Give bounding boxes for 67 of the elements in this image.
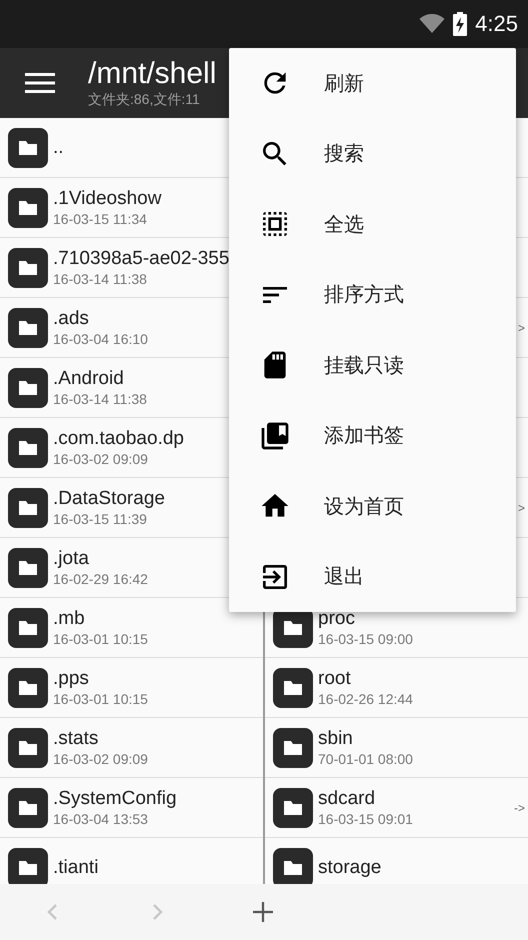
folder-name[interactable]: storage	[318, 856, 382, 878]
modified-date: 70-01-01 08:00	[318, 750, 413, 768]
modified-date: 16-03-15 11:34	[53, 210, 148, 228]
menu-item[interactable]: 全选	[229, 189, 516, 260]
chevron-left-icon	[47, 904, 58, 920]
folder-icon	[8, 788, 48, 828]
folder-icon	[8, 608, 48, 648]
folder-icon	[8, 368, 48, 408]
symlink-arrow: >	[518, 500, 525, 514]
folder-icon	[8, 248, 48, 288]
chevron-right-icon	[152, 904, 163, 920]
wifi-icon	[419, 14, 446, 34]
modified-date: 16-02-29 16:42	[53, 570, 148, 588]
folder-name[interactable]: .mb	[53, 608, 148, 630]
folder-name[interactable]: root	[318, 668, 413, 690]
folder-icon	[8, 308, 48, 348]
modified-date: 16-03-01 10:15	[53, 630, 148, 648]
folder-icon	[8, 548, 48, 588]
modified-date: 16-03-04 16:10	[53, 330, 148, 348]
folder-icon	[8, 668, 48, 708]
modified-date: 16-03-15 11:39	[53, 510, 148, 528]
path-title: /mnt/shell	[88, 57, 216, 91]
folder-name[interactable]: .pps	[53, 668, 148, 690]
folder-icon	[8, 488, 48, 528]
menu-icon	[25, 72, 55, 94]
folder-name[interactable]: .SystemConfig	[53, 788, 177, 810]
modified-date: 16-03-14 11:38	[53, 270, 148, 288]
folder-name[interactable]: .DataStorage	[53, 488, 165, 510]
bookmark-icon	[259, 420, 291, 452]
folder-name[interactable]: .Android	[53, 368, 147, 390]
plus-icon	[250, 900, 274, 924]
menu-item[interactable]: 设为首页	[229, 471, 516, 542]
battery-charging-icon	[453, 12, 468, 36]
folder-name[interactable]: .com.taobao.dp	[53, 428, 184, 450]
modified-date: 16-03-14 11:38	[53, 390, 147, 408]
menu-item[interactable]: 挂载只读	[229, 330, 516, 400]
folder-icon	[8, 428, 48, 468]
symlink-arrow: >	[518, 320, 525, 334]
symlink-arrow: ->	[514, 800, 525, 814]
folder-name[interactable]: .ads	[53, 308, 148, 330]
folder-icon	[8, 128, 48, 168]
menu-item[interactable]: 刷新	[229, 48, 516, 118]
clock-time: 4:25	[475, 11, 518, 37]
modified-date: 16-03-02 09:09	[53, 450, 149, 468]
folder-name[interactable]: ..	[53, 136, 64, 158]
modified-date: 16-03-04 13:53	[53, 810, 149, 828]
folder-name[interactable]: .stats	[53, 728, 148, 750]
modified-date: 16-03-15 09:00	[318, 630, 413, 648]
folder-name[interactable]: .710398a5-ae02-355	[53, 248, 230, 270]
folder-icon	[273, 728, 313, 768]
folder-icon	[273, 788, 313, 828]
folder-name[interactable]: sdcard	[318, 788, 413, 810]
folder-name[interactable]: sbin	[318, 728, 413, 750]
modified-date: 16-03-15 09:01	[318, 810, 413, 828]
folder-name[interactable]: .1Videoshow	[53, 188, 162, 210]
menu-item[interactable]: 添加书签	[229, 400, 516, 471]
folder-icon	[273, 668, 313, 708]
folder-count: 文件夹:86,文件:11	[88, 91, 201, 109]
folder-name[interactable]: .jota	[53, 548, 148, 570]
folder-name[interactable]: .tianti	[53, 856, 98, 878]
modified-date: 16-03-02 09:09	[53, 750, 148, 768]
menu-item[interactable]: 排序方式	[229, 260, 516, 330]
modified-date: 16-03-01 10:15	[53, 690, 148, 708]
folder-icon	[8, 188, 48, 228]
folder-icon	[8, 728, 48, 768]
menu-item[interactable]: 搜索	[229, 118, 516, 189]
modified-date: 16-02-26 12:44	[318, 690, 413, 708]
